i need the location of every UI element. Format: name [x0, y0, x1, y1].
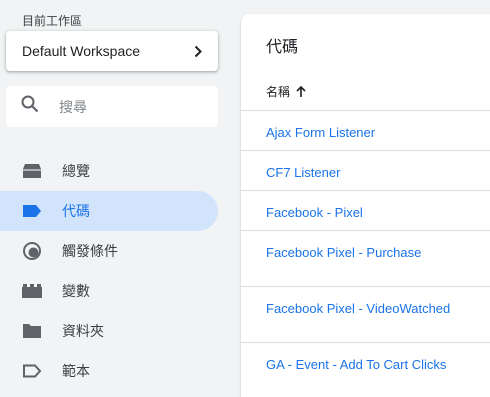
- table-row: Facebook Pixel - VideoWatched: [241, 286, 490, 342]
- nav-label: 觸發條件: [62, 243, 118, 259]
- search-input[interactable]: [59, 98, 209, 115]
- table-row: GA - Event - Add To Cart Clicks: [241, 342, 490, 382]
- workspace-name: Default Workspace: [22, 43, 141, 59]
- workspace-caption: 目前工作區: [22, 14, 83, 28]
- nav-item-variables[interactable]: 變數: [0, 271, 230, 311]
- workspace-selector[interactable]: Default Workspace: [6, 31, 218, 71]
- tag-link[interactable]: Facebook Pixel - Purchase: [266, 245, 421, 260]
- nav-menu: 總覽 代碼 觸發條件 變數 資料夾 範本: [0, 151, 230, 391]
- nav-item-folders[interactable]: 資料夾: [0, 311, 230, 351]
- folder-icon: [22, 321, 42, 341]
- nav-label: 總覽: [62, 163, 90, 179]
- arrow-up-icon: [296, 85, 308, 98]
- table-row: CF7 Listener: [241, 150, 490, 190]
- nav-label: 資料夾: [62, 323, 104, 339]
- tags-panel: 代碼 名稱 Ajax Form Listener CF7 Listener Fa…: [241, 14, 490, 397]
- tag-list: Ajax Form Listener CF7 Listener Facebook…: [241, 110, 490, 382]
- tag-icon: [22, 201, 42, 221]
- tag-link[interactable]: Ajax Form Listener: [266, 125, 375, 140]
- page-title: 代碼: [266, 39, 299, 56]
- nav-label: 變數: [62, 283, 90, 299]
- column-header-name[interactable]: 名稱: [266, 83, 308, 100]
- variable-icon: [22, 281, 42, 301]
- nav-item-overview[interactable]: 總覽: [0, 151, 230, 191]
- table-row: Facebook - Pixel: [241, 190, 490, 230]
- tag-link[interactable]: CF7 Listener: [266, 165, 340, 180]
- template-icon: [22, 361, 42, 381]
- overview-icon: [22, 161, 42, 181]
- tag-link[interactable]: Facebook - Pixel: [266, 205, 363, 220]
- chevron-right-icon: [194, 44, 204, 58]
- tag-link[interactable]: Facebook Pixel - VideoWatched: [266, 301, 450, 316]
- nav-item-tags[interactable]: 代碼: [0, 191, 218, 231]
- nav-label: 範本: [62, 363, 90, 379]
- table-row: Facebook Pixel - Purchase: [241, 230, 490, 286]
- nav-item-templates[interactable]: 範本: [0, 351, 230, 391]
- search-icon: [21, 95, 39, 118]
- table-row: Ajax Form Listener: [241, 110, 490, 150]
- nav-item-triggers[interactable]: 觸發條件: [0, 231, 230, 271]
- tag-link[interactable]: GA - Event - Add To Cart Clicks: [266, 357, 446, 372]
- sidebar: 目前工作區 Default Workspace 總覽 代碼: [0, 0, 230, 397]
- column-header-label: 名稱: [266, 85, 291, 99]
- trigger-icon: [22, 241, 42, 261]
- nav-label: 代碼: [62, 203, 90, 219]
- search-box[interactable]: [6, 86, 218, 127]
